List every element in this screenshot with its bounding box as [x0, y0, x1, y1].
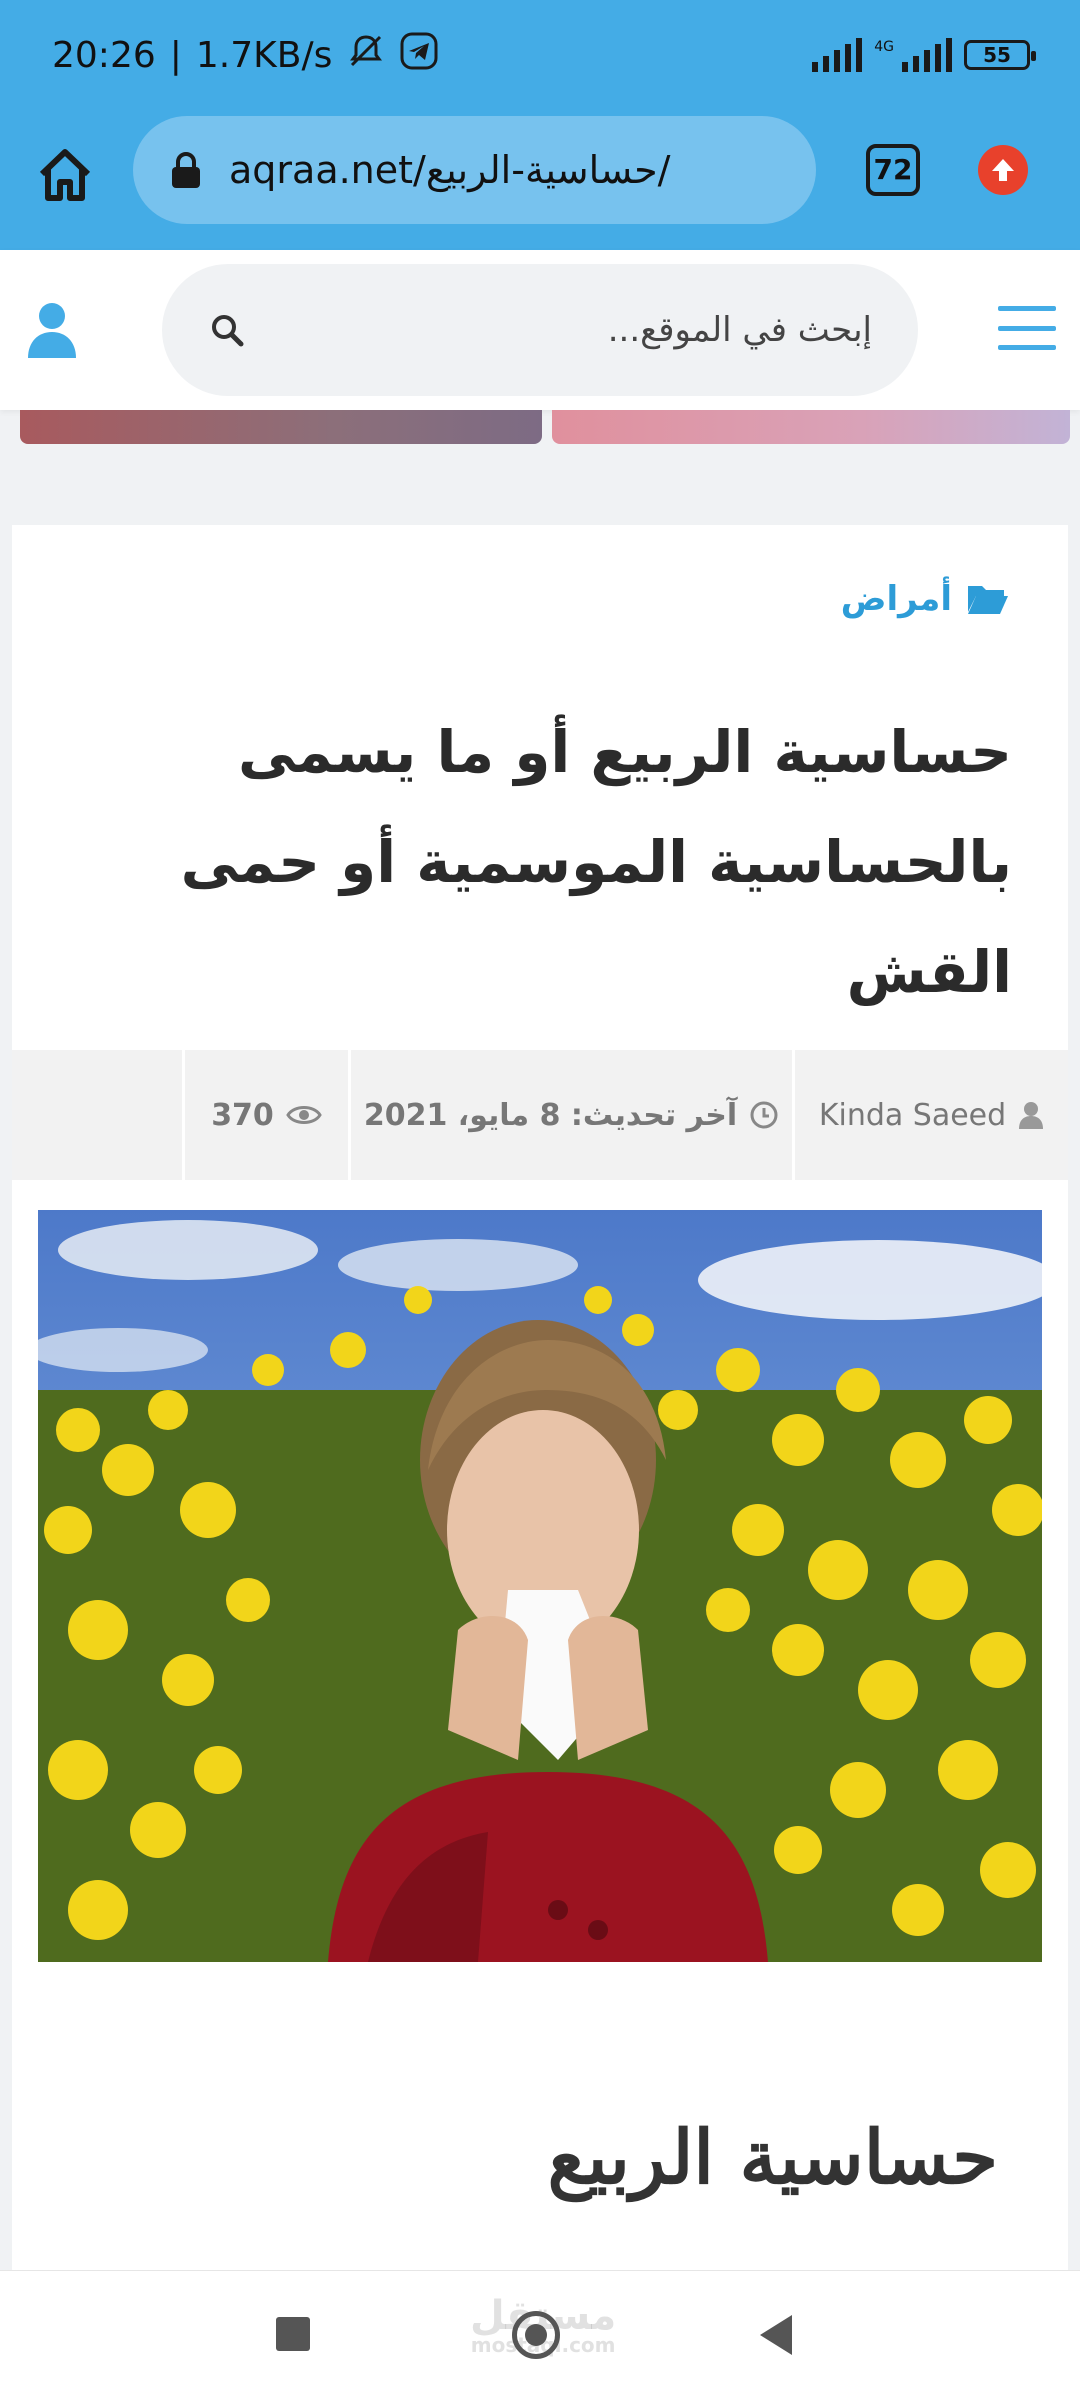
tab-count: 72: [873, 153, 913, 186]
related-thumbnail[interactable]: [20, 410, 542, 444]
home-icon: [39, 149, 91, 201]
telegram-icon: [400, 32, 438, 79]
status-separator: |: [169, 34, 182, 76]
user-icon: [28, 303, 76, 358]
recent-apps-button[interactable]: [276, 2317, 310, 2351]
network-type: 4G: [874, 39, 894, 55]
site-search[interactable]: إبحث في الموقع...: [162, 264, 918, 396]
lock-icon: [169, 150, 203, 190]
related-thumbnails: [0, 410, 1080, 446]
system-navigation-bar: مستقل mostaql.com: [0, 2270, 1080, 2400]
status-time: 20:26: [52, 34, 156, 76]
article-meta: Kinda Saeed آخر تحديث: 8 مايو، 2021 370: [12, 1050, 1068, 1180]
eye-icon: [286, 1106, 322, 1124]
article-hero-image: [38, 1210, 1042, 1962]
meta-empty: [12, 1050, 182, 1180]
search-icon[interactable]: [208, 311, 246, 349]
clock-icon: [750, 1101, 778, 1129]
home-nav-button[interactable]: [512, 2311, 560, 2359]
status-right: 4G 55: [812, 38, 1036, 72]
article-title: حساسية الربيع أو ما يسمى بالحساسية الموس…: [180, 718, 1012, 1006]
last-update: آخر تحديث: 8 مايو، 2021: [363, 1097, 738, 1133]
status-left: 20:26 | 1.7KB/s: [52, 31, 438, 80]
status-speed: 1.7KB/s: [195, 34, 333, 76]
url-text: aqraa.net/حساسية-الربيع/: [229, 148, 671, 192]
search-input[interactable]: إبحث في الموقع...: [608, 310, 872, 350]
update-button[interactable]: [978, 145, 1028, 195]
user-icon: [1019, 1102, 1044, 1129]
battery-icon: 55: [964, 40, 1036, 70]
article-card: أمراض حساسية الربيع أو ما يسمى بالحساسية…: [12, 525, 1068, 2270]
browser-toolbar: aqraa.net/حساسية-الربيع/ 72: [0, 110, 1080, 250]
arrow-up-icon: [992, 159, 1014, 181]
address-bar[interactable]: aqraa.net/حساسية-الربيع/: [133, 116, 816, 224]
related-thumbnail[interactable]: [552, 410, 1070, 444]
menu-button[interactable]: [998, 306, 1056, 350]
meta-views: 370: [182, 1050, 348, 1180]
woman-sneezing-in-flower-field-image: [38, 1210, 1042, 1962]
article-subheading: حساسية الربيع: [547, 2115, 998, 2201]
user-account-button[interactable]: [24, 300, 80, 360]
meta-date: آخر تحديث: 8 مايو، 2021: [348, 1050, 792, 1180]
category-link[interactable]: أمراض: [841, 579, 1010, 619]
category-label: أمراض: [840, 579, 952, 619]
tabs-button[interactable]: 72: [866, 144, 920, 196]
author-name: Kinda Saeed: [818, 1097, 1007, 1133]
status-bar: 20:26 | 1.7KB/s 4G 55: [0, 0, 1080, 110]
muted-alarm-icon: [346, 31, 386, 80]
meta-author[interactable]: Kinda Saeed: [792, 1050, 1068, 1180]
site-header: إبحث في الموقع...: [0, 250, 1080, 410]
folder-open-icon: [968, 586, 1008, 614]
home-button[interactable]: [30, 140, 100, 210]
signal-icon: [812, 38, 863, 72]
signal-icon-2: [902, 38, 952, 72]
battery-level: 55: [983, 43, 1011, 67]
view-count: 370: [211, 1097, 274, 1133]
back-button[interactable]: [760, 2315, 792, 2355]
